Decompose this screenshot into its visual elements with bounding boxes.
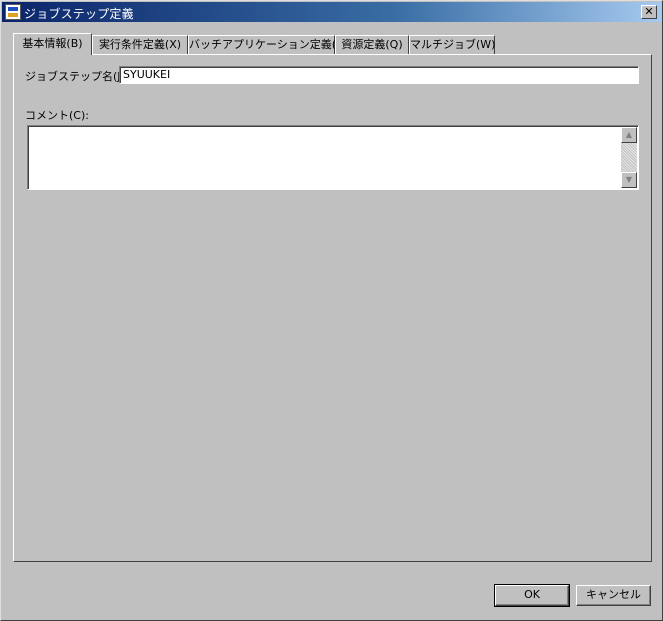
app-icon (5, 4, 21, 20)
window-title: ジョブステップ定義 (24, 7, 134, 21)
tab-basic-info[interactable]: 基本情報(B) (13, 33, 92, 55)
tab-panel-basic-info: ジョブステップ名(J): SYUUKEI コメント(C): ▲ ▼ (13, 54, 652, 562)
cancel-button[interactable]: キャンセル (576, 585, 651, 606)
arrow-up-icon: ▲ (625, 130, 633, 139)
step-name-label: ジョブステップ名(J): (25, 70, 129, 83)
step-name-input[interactable]: SYUUKEI (119, 66, 639, 84)
tab-resource-definition[interactable]: 資源定義(Q) (335, 35, 409, 54)
ok-button[interactable]: OK (494, 584, 570, 607)
title-bar[interactable]: ジョブステップ定義 ✕ (2, 2, 661, 22)
job-step-definition-dialog: ジョブステップ定義 ✕ 基本情報(B) 実行条件定義(X) バッチアプリケーショ… (0, 0, 663, 621)
comment-label: コメント(C): (25, 109, 89, 122)
comment-scrollbar[interactable]: ▲ ▼ (621, 127, 637, 188)
tab-batch-application[interactable]: バッチアプリケーション定義(T) (188, 35, 347, 54)
tab-execution-conditions[interactable]: 実行条件定義(X) (92, 35, 188, 54)
close-icon: ✕ (644, 5, 654, 18)
comment-textarea[interactable]: ▲ ▼ (27, 125, 639, 190)
scroll-up-button[interactable]: ▲ (621, 127, 637, 143)
close-button[interactable]: ✕ (641, 5, 657, 19)
scroll-down-button[interactable]: ▼ (621, 172, 637, 188)
tab-multi-job[interactable]: マルチジョブ(W) (409, 35, 495, 54)
arrow-down-icon: ▼ (625, 175, 633, 184)
